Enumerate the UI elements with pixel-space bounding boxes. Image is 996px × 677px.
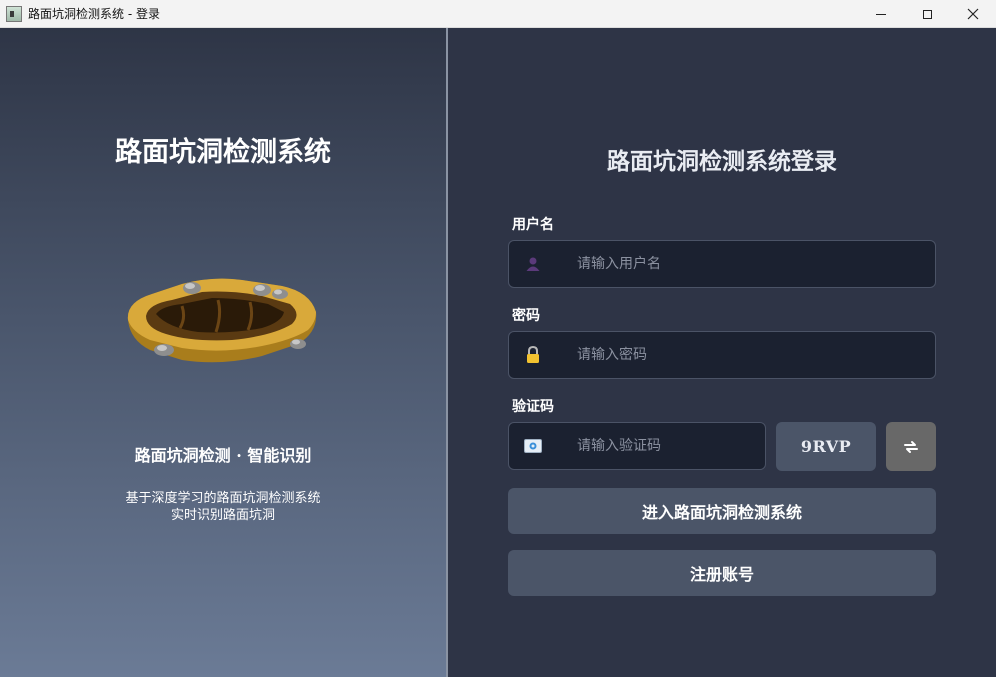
window-controls xyxy=(858,0,996,28)
close-icon xyxy=(967,8,979,20)
brand-tagline: 路面坑洞检测 · 智能识别 xyxy=(134,446,312,465)
description-line-1: 基于深度学习的路面坑洞检测系统 xyxy=(125,491,321,506)
lock-icon xyxy=(523,345,543,365)
login-title: 路面坑洞检测系统登录 xyxy=(607,148,837,175)
refresh-icon xyxy=(904,440,918,453)
username-input[interactable] xyxy=(575,255,879,273)
login-window: 路面坑洞检测系统 - 登录 路面坑洞检测系统 路面坑洞检测 · 智能识别 基于深… xyxy=(0,0,996,677)
minimize-icon xyxy=(876,13,886,15)
captcha-label: 验证码 xyxy=(512,399,554,415)
maximize-icon xyxy=(922,9,932,19)
close-button[interactable] xyxy=(950,0,996,28)
username-field[interactable] xyxy=(508,240,936,288)
username-label: 用户名 xyxy=(512,217,554,233)
password-field[interactable] xyxy=(508,331,936,379)
login-button[interactable]: 进入路面坑洞检测系统 xyxy=(508,488,936,534)
description-line-2: 实时识别路面坑洞 xyxy=(170,508,275,523)
title-bar: 路面坑洞检测系统 - 登录 xyxy=(0,0,996,28)
app-icon xyxy=(6,5,22,22)
id-card-icon xyxy=(523,436,543,456)
password-label: 密码 xyxy=(512,308,540,324)
brand-title: 路面坑洞检测系统 xyxy=(115,137,331,168)
captcha-code[interactable]: 9RVP xyxy=(776,422,876,471)
brand-description: 基于深度学习的路面坑洞检测系统 实时识别路面坑洞 xyxy=(0,490,446,524)
maximize-button[interactable] xyxy=(904,0,950,28)
minimize-button[interactable] xyxy=(858,0,904,28)
window-title: 路面坑洞检测系统 - 登录 xyxy=(28,7,160,21)
password-input[interactable] xyxy=(575,346,879,364)
captcha-input[interactable] xyxy=(575,437,739,455)
pothole-illustration xyxy=(127,278,317,363)
captcha-field[interactable] xyxy=(508,422,766,470)
captcha-refresh-button[interactable] xyxy=(886,422,936,471)
user-icon xyxy=(523,254,543,274)
register-button[interactable]: 注册账号 xyxy=(508,550,936,596)
